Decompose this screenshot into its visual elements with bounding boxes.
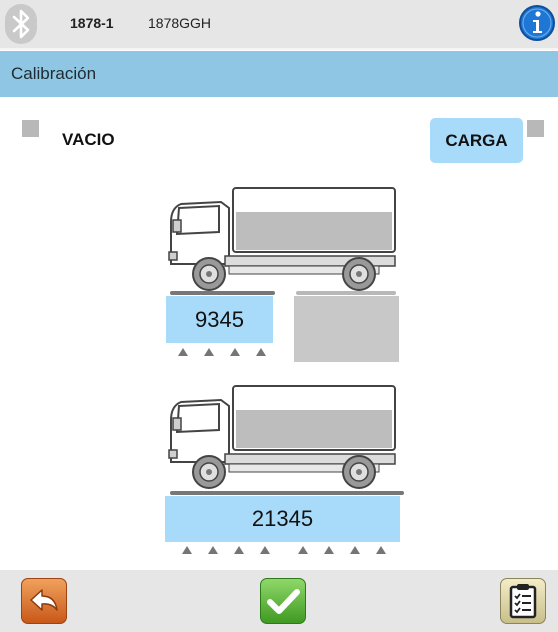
load-mode-button[interactable]: CARGA xyxy=(430,118,523,163)
sensor-indicator xyxy=(178,348,188,356)
front-axle-weight: 9345 xyxy=(166,296,273,343)
confirm-button[interactable] xyxy=(260,578,306,624)
sensor-indicator xyxy=(256,348,266,356)
scale-platform-full xyxy=(170,491,404,495)
sensor-indicator xyxy=(260,546,270,554)
clipboard-icon xyxy=(509,584,537,619)
info-icon[interactable] xyxy=(518,3,556,43)
truck-illustration-top xyxy=(168,187,396,291)
sensor-indicator xyxy=(204,348,214,356)
sensor-indicator xyxy=(298,546,308,554)
bottom-toolbar xyxy=(0,570,558,632)
sensor-indicator xyxy=(376,546,386,554)
total-weight: 21345 xyxy=(165,496,400,542)
vehicle-plate: 1878GGH xyxy=(148,15,212,31)
sensor-indicator xyxy=(324,546,334,554)
back-button[interactable] xyxy=(21,578,67,624)
back-arrow-icon xyxy=(30,589,58,611)
sensor-indicators-bottom xyxy=(182,546,386,554)
report-button[interactable] xyxy=(500,578,546,624)
sensor-indicator xyxy=(234,546,244,554)
empty-mode-label: VACIO xyxy=(62,130,115,149)
page-title: Calibración xyxy=(11,64,97,83)
empty-mode-checkbox[interactable] xyxy=(22,120,39,137)
scale-platform-front xyxy=(170,291,275,295)
top-bar: 1878-1 1878GGH xyxy=(0,0,558,50)
sensor-indicator xyxy=(230,348,240,356)
sensor-indicator xyxy=(350,546,360,554)
sensor-indicators-top xyxy=(178,348,266,356)
device-id: 1878-1 xyxy=(70,15,114,31)
scale-platform-rear xyxy=(296,291,396,295)
rear-axle-weight-empty xyxy=(294,296,399,362)
check-icon xyxy=(267,589,300,614)
section-header: Calibración xyxy=(0,51,558,97)
sensor-indicator xyxy=(182,546,192,554)
bluetooth-icon[interactable] xyxy=(5,4,37,44)
truck-illustration-bottom xyxy=(168,385,396,489)
load-mode-checkbox[interactable] xyxy=(527,120,544,137)
sensor-indicator xyxy=(208,546,218,554)
